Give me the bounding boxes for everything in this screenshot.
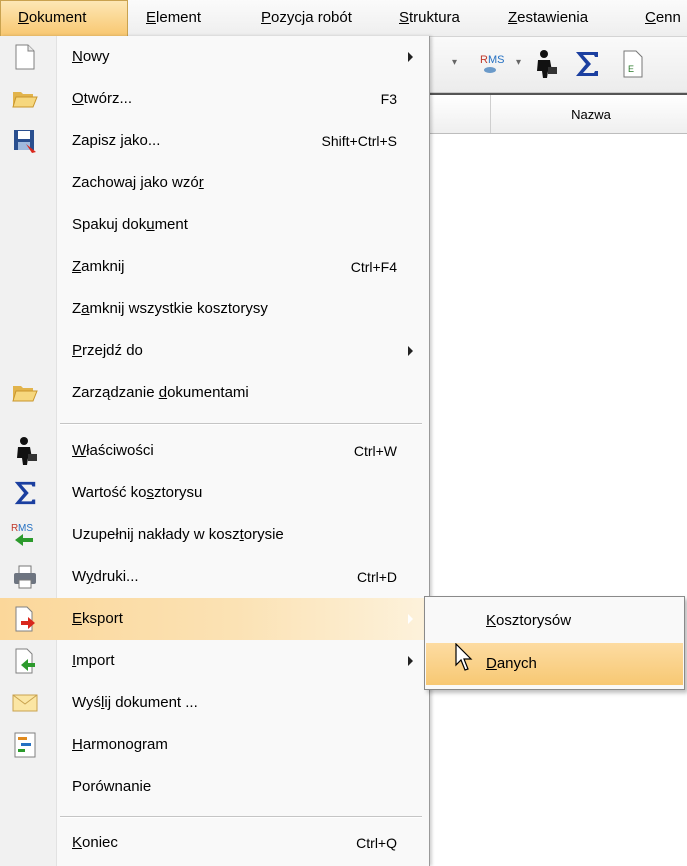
- menu-item-label: Koniec: [72, 834, 118, 851]
- menu-zestawienia[interactable]: Zestawienia: [508, 0, 588, 36]
- menu-item-label: Porównanie: [72, 778, 152, 795]
- menu-item-label: Harmonogram: [72, 736, 168, 753]
- menu-item-spakuj-dokument[interactable]: Spakuj dokument: [0, 204, 429, 246]
- menu-item-shortcut: Ctrl+D: [356, 569, 397, 585]
- save-as-icon: [10, 126, 40, 156]
- menu-item-shortcut: Ctrl+W: [353, 443, 397, 459]
- menu-item-shortcut: F3: [380, 91, 397, 107]
- menu-item-label: Import: [72, 652, 115, 669]
- menu-item-label: Eksport: [72, 610, 123, 627]
- menu-item-zarzadzanie-dokumentami[interactable]: Zarządzanie dokumentami: [0, 372, 429, 414]
- menu-item-label: Zachowaj jako wzór: [72, 174, 204, 191]
- menu-item-wyslij-dokument[interactable]: Wyślij dokument ...: [0, 682, 429, 724]
- svg-text:E: E: [628, 64, 634, 74]
- menu-item-import[interactable]: Import: [0, 640, 429, 682]
- mouse-pointer-icon: [455, 643, 473, 671]
- properties-person-icon: [10, 436, 40, 466]
- dokument-dropdown-menu: Nowy Otwórz... F3 Zapisz jako... Shift+C…: [0, 36, 430, 866]
- menu-item-label: Nowy: [72, 48, 110, 65]
- menu-element[interactable]: Element: [146, 0, 201, 36]
- menu-dokument[interactable]: Dokument: [0, 0, 128, 36]
- menu-pozycja-robot[interactable]: Pozycja robót: [261, 0, 352, 36]
- menu-cennik[interactable]: Cenn: [645, 0, 681, 36]
- gantt-icon: [10, 730, 40, 760]
- svg-text:MS: MS: [488, 54, 505, 66]
- menu-item-label: Przejdź do: [72, 342, 143, 359]
- menu-item-label: Uzupełnij nakłady w kosztorysie: [72, 526, 284, 543]
- sigma-icon: [10, 478, 40, 508]
- submenu-arrow-icon: [408, 656, 413, 666]
- folder-manage-icon: [10, 378, 40, 408]
- menu-item-label: Spakuj dokument: [72, 216, 188, 233]
- menu-item-przejdz-do[interactable]: Przejdź do: [0, 330, 429, 372]
- menu-item-label: Zamknij: [72, 258, 125, 275]
- svg-text:R: R: [480, 54, 488, 66]
- submenu-arrow-icon: [408, 614, 413, 624]
- grid-column-nazwa[interactable]: Nazwa: [490, 95, 687, 133]
- menu-item-wydruki[interactable]: Wydruki... Ctrl+D: [0, 556, 429, 598]
- open-folder-icon: [10, 84, 40, 114]
- person-briefcase-icon[interactable]: [528, 47, 562, 81]
- menu-item-shortcut: Ctrl+Q: [356, 835, 397, 851]
- menu-item-nowy[interactable]: Nowy: [0, 36, 429, 78]
- menu-item-zapisz-jako[interactable]: Zapisz jako... Shift+Ctrl+S: [0, 120, 429, 162]
- menu-item-zamknij-wszystkie[interactable]: Zamknij wszystkie kosztorysy: [0, 288, 429, 330]
- sigma-icon[interactable]: [570, 47, 604, 81]
- menu-item-uzupelnij-naklady[interactable]: R MS Uzupełnij nakłady w kosztorysie: [0, 514, 429, 556]
- grid-header: Nazwa: [430, 93, 687, 134]
- dropdown-arrow-icon[interactable]: ▾: [516, 57, 521, 68]
- menu-item-zamknij[interactable]: Zamknij Ctrl+F4: [0, 246, 429, 288]
- menu-item-wlasciwosci[interactable]: Właściwości Ctrl+W: [0, 430, 429, 472]
- menu-item-label: Zapisz jako...: [72, 132, 161, 149]
- menu-item-zachowaj-jako-wzor[interactable]: Zachowaj jako wzór: [0, 162, 429, 204]
- printer-icon: [10, 562, 40, 592]
- rms-icon[interactable]: R MS: [476, 47, 510, 81]
- submenu-arrow-icon: [408, 346, 413, 356]
- export-file-icon[interactable]: E: [616, 47, 650, 81]
- menu-struktura[interactable]: Struktura: [399, 0, 460, 36]
- import-icon: [10, 646, 40, 676]
- menu-item-otworz[interactable]: Otwórz... F3: [0, 78, 429, 120]
- menu-item-label: Zarządzanie dokumentami: [72, 384, 249, 401]
- menu-item-koniec[interactable]: Koniec Ctrl+Q: [0, 822, 429, 864]
- dropdown-arrow-icon[interactable]: ▾: [452, 57, 457, 68]
- rms-fill-icon: R MS: [10, 520, 40, 550]
- export-icon: [10, 604, 40, 634]
- menu-item-wartosc-kosztorysu[interactable]: Wartość kosztorysu: [0, 472, 429, 514]
- toolbar: ▾ R MS ▾ E: [430, 37, 687, 93]
- menu-item-label: Wartość kosztorysu: [72, 484, 203, 501]
- submenu-item-label: Kosztorysów: [486, 612, 572, 629]
- submenu-item-kosztorysow[interactable]: Kosztorysów: [426, 600, 683, 642]
- menu-item-label: Wyślij dokument ...: [72, 694, 198, 711]
- menu-item-label: Wydruki...: [72, 568, 139, 585]
- menu-item-label: Otwórz...: [72, 90, 133, 107]
- submenu-item-label: Danych: [486, 655, 537, 672]
- menu-separator: [60, 816, 422, 818]
- menu-bar: Dokument Element Pozycja robót Struktura…: [0, 0, 687, 37]
- new-document-icon: [10, 42, 40, 72]
- envelope-icon: [10, 688, 40, 718]
- menu-item-eksport[interactable]: Eksport: [0, 598, 429, 640]
- menu-item-porownanie[interactable]: Porównanie: [0, 766, 429, 808]
- menu-item-harmonogram[interactable]: Harmonogram: [0, 724, 429, 766]
- menu-separator: [60, 423, 422, 425]
- svg-text:MS: MS: [18, 523, 33, 534]
- menu-item-shortcut: Shift+Ctrl+S: [321, 133, 397, 149]
- grid-header-first-column[interactable]: [430, 95, 490, 133]
- submenu-arrow-icon: [408, 52, 413, 62]
- menu-item-label: Zamknij wszystkie kosztorysy: [72, 300, 268, 317]
- menu-item-label: Właściwości: [72, 442, 154, 459]
- menu-item-shortcut: Ctrl+F4: [350, 259, 397, 275]
